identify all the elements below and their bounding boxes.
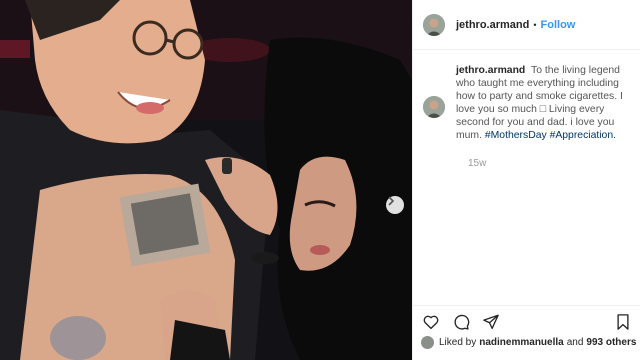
avatar-image: [423, 13, 445, 36]
like-button[interactable]: [421, 312, 441, 332]
post-photo[interactable]: [0, 0, 412, 360]
post-timestamp[interactable]: 15w: [468, 158, 630, 169]
share-button[interactable]: [481, 312, 501, 332]
hashtag-mothersday[interactable]: #MothersDay: [485, 130, 547, 141]
hashtag-appreciation[interactable]: #Appreciation.: [550, 130, 616, 141]
likes-summary: Liked by nadinemmanuella and 993 others: [421, 336, 639, 349]
liked-by-count[interactable]: 993 others: [586, 337, 636, 348]
follow-button[interactable]: Follow: [541, 19, 576, 31]
comment-button[interactable]: [451, 312, 471, 332]
caption-username[interactable]: jethro.armand: [456, 65, 525, 76]
comments-section: jethro.armand To the living legend who t…: [413, 50, 640, 169]
avatar-image: [423, 96, 445, 118]
liked-by-user[interactable]: nadinemmanuella: [479, 337, 563, 348]
post-header: jethro.armand • Follow: [413, 0, 640, 50]
action-bar: [413, 305, 640, 331]
liked-by-and: and: [566, 337, 584, 348]
photo-illustration: [0, 0, 412, 360]
post-side-panel: jethro.armand • Follow jethro.armand To …: [412, 0, 640, 360]
caption-avatar[interactable]: [423, 96, 445, 118]
save-button[interactable]: [613, 312, 633, 332]
chevron-right-icon: [388, 196, 395, 206]
liked-by-prefix: Liked by: [439, 337, 477, 348]
bookmark-icon: [617, 313, 629, 330]
post-caption: jethro.armand To the living legend who t…: [456, 64, 628, 142]
next-photo-button[interactable]: [386, 196, 404, 214]
share-icon: [483, 314, 499, 329]
avatar[interactable]: [423, 13, 445, 36]
liker-avatar[interactable]: [421, 336, 434, 349]
heart-icon: [423, 315, 439, 329]
separator-dot: •: [533, 19, 537, 30]
comment-icon: [454, 314, 470, 330]
caption-row: jethro.armand To the living legend who t…: [423, 64, 630, 142]
post-username[interactable]: jethro.armand: [456, 19, 529, 31]
